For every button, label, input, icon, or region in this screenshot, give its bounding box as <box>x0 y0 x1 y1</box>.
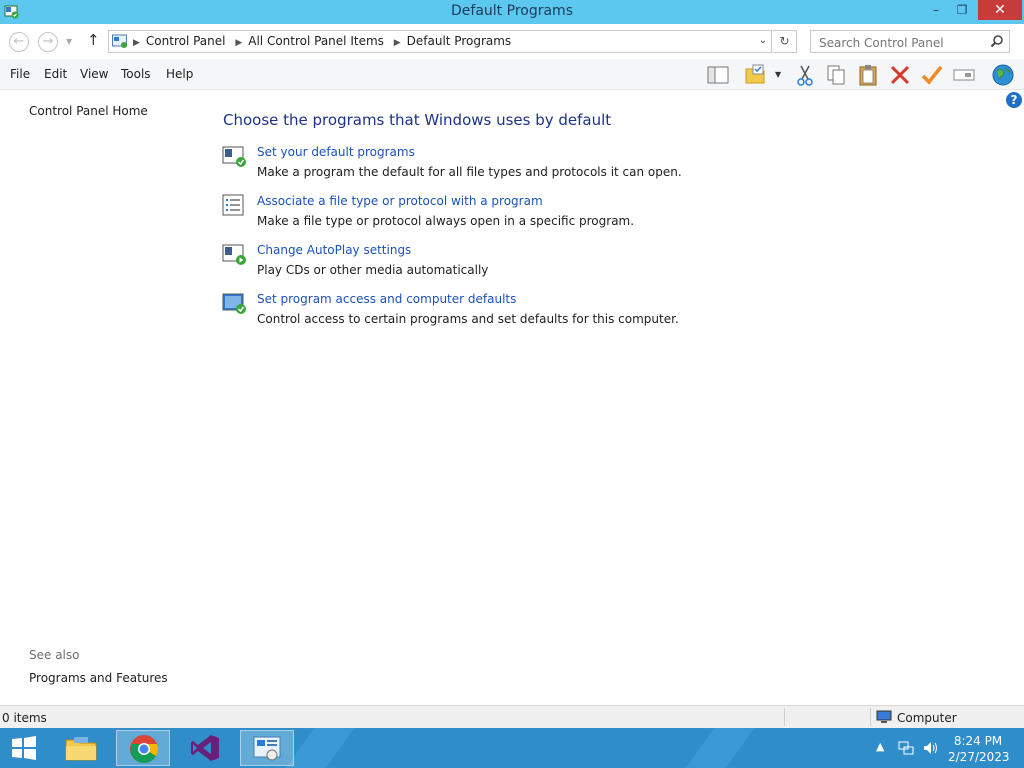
breadcrumb-all-items[interactable]: All Control Panel Items <box>248 34 384 48</box>
status-divider <box>784 708 785 726</box>
globe-icon[interactable] <box>991 63 1015 87</box>
recent-locations-chevron-icon[interactable]: ▼ <box>66 37 72 46</box>
refresh-button[interactable]: ↻ <box>773 30 797 53</box>
restore-button[interactable]: ❐ <box>948 0 976 20</box>
menu-file[interactable]: File <box>10 67 30 81</box>
breadcrumb-separator-icon: ▶ <box>235 38 243 48</box>
visual-studio-icon <box>191 735 219 761</box>
set-default-programs-desc: Make a program the default for all file … <box>257 165 682 179</box>
associate-file-type-link[interactable]: Associate a file type or protocol with a… <box>257 194 543 208</box>
menu-help[interactable]: Help <box>166 67 193 81</box>
start-windows-icon[interactable] <box>10 736 38 760</box>
search-input[interactable] <box>817 33 991 52</box>
control-panel-home-link[interactable]: Control Panel Home <box>29 104 148 118</box>
clock-time: 8:24 PM <box>953 734 1003 748</box>
taskbar-decoration <box>285 728 355 768</box>
copy-icon[interactable] <box>824 63 848 87</box>
breadcrumb-default-programs[interactable]: Default Programs <box>407 34 512 48</box>
breadcrumb-control-panel[interactable]: Control Panel <box>146 34 226 48</box>
search-icon[interactable] <box>990 34 1004 48</box>
status-bar: 0 items Computer <box>0 705 1024 728</box>
up-button[interactable]: ↑ <box>87 31 100 49</box>
title-bar: Default Programs – ❐ ✕ <box>0 0 1024 24</box>
change-autoplay-link[interactable]: Change AutoPlay settings <box>257 243 411 257</box>
set-default-programs-link[interactable]: Set your default programs <box>257 145 415 159</box>
cut-icon[interactable] <box>793 63 817 87</box>
item-count: 0 items <box>2 711 47 725</box>
page-title: Choose the programs that Windows uses by… <box>223 111 612 129</box>
search-box[interactable] <box>810 30 1010 53</box>
program-access-link[interactable]: Set program access and computer defaults <box>257 292 516 306</box>
minimize-button[interactable]: – <box>922 0 950 20</box>
delete-icon[interactable] <box>888 63 912 87</box>
status-location: Computer <box>897 711 957 725</box>
taskbar-decoration <box>685 728 755 768</box>
computer-icon <box>876 710 892 723</box>
address-dropdown-chevron-icon[interactable]: ⌄ <box>759 35 767 46</box>
paste-icon[interactable] <box>856 63 880 87</box>
change-autoplay-desc: Play CDs or other media automatically <box>257 263 489 277</box>
control-panel-icon <box>112 34 127 48</box>
menu-edit[interactable]: Edit <box>44 67 67 81</box>
properties-check-icon[interactable] <box>920 63 944 87</box>
taskbar-chrome[interactable] <box>116 730 170 766</box>
back-button[interactable]: ← <box>9 32 29 52</box>
control-panel-taskbar-icon <box>253 736 281 761</box>
default-programs-icon <box>222 146 246 167</box>
menu-tools[interactable]: Tools <box>121 67 151 81</box>
address-bar[interactable]: ▶ Control Panel ▶ All Control Panel Items … <box>108 30 772 53</box>
breadcrumb: ▶ Control Panel ▶ All Control Panel Items … <box>133 34 517 48</box>
network-icon[interactable] <box>898 740 914 756</box>
menu-bar: File Edit View Tools Help ▼ <box>0 59 1024 90</box>
taskbar-file-explorer[interactable] <box>54 730 108 766</box>
breadcrumb-separator-icon: ▶ <box>393 38 401 48</box>
clock-date: 2/27/2023 <box>948 750 1010 764</box>
status-divider <box>870 708 871 726</box>
folder-options-chevron-icon[interactable]: ▼ <box>775 70 781 79</box>
system-clock[interactable]: 8:24 PM 2/27/2023 <box>948 733 1010 765</box>
layout-pane-icon[interactable] <box>706 63 730 87</box>
rename-icon[interactable] <box>952 63 976 87</box>
file-association-icon <box>222 194 244 216</box>
taskbar: ▲ 8:24 PM 2/27/2023 <box>0 728 1024 768</box>
chrome-icon <box>130 735 158 763</box>
programs-and-features-link[interactable]: Programs and Features <box>29 671 168 685</box>
show-hidden-icons-chevron-icon[interactable]: ▲ <box>876 740 884 753</box>
window-title: Default Programs <box>451 3 573 19</box>
program-access-desc: Control access to certain programs and s… <box>257 312 679 326</box>
see-also-label: See also <box>29 648 80 662</box>
volume-icon[interactable] <box>922 740 938 756</box>
taskbar-visual-studio[interactable] <box>178 730 232 766</box>
folder-options-icon[interactable] <box>744 63 768 87</box>
program-access-icon <box>222 293 246 314</box>
breadcrumb-separator-icon: ▶ <box>133 38 140 48</box>
menu-view[interactable]: View <box>80 67 108 81</box>
help-icon[interactable]: ? <box>1006 92 1022 108</box>
forward-button[interactable]: → <box>38 32 58 52</box>
associate-file-type-desc: Make a file type or protocol always open… <box>257 214 635 228</box>
file-explorer-icon <box>65 737 97 761</box>
autoplay-icon <box>222 244 246 265</box>
address-row: ← → ▼ ↑ ▶ Control Panel ▶ All Control Pane… <box>0 24 1024 59</box>
taskbar-control-panel[interactable] <box>240 730 294 766</box>
close-button[interactable]: ✕ <box>978 0 1022 20</box>
